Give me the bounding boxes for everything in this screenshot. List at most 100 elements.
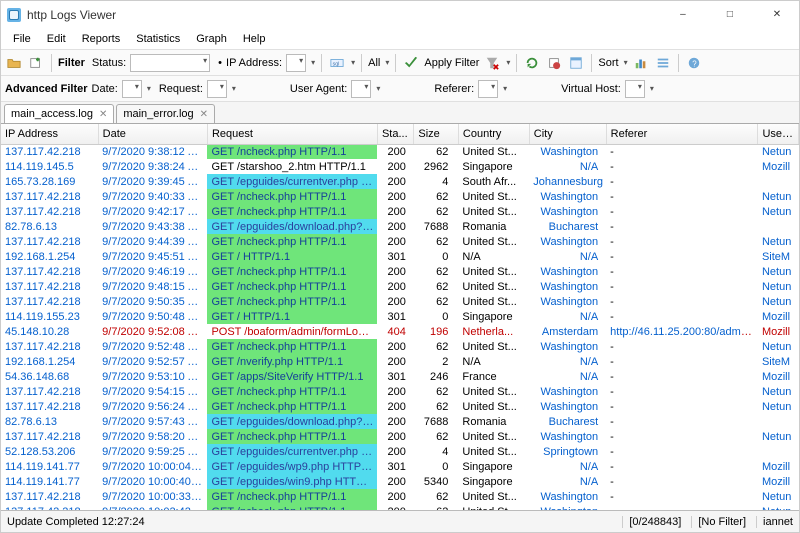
- separator: [516, 54, 517, 72]
- tab-label: main_error.log: [123, 108, 193, 120]
- open-icon[interactable]: [5, 54, 23, 72]
- menu-statistics[interactable]: Statistics: [128, 31, 188, 47]
- th-size[interactable]: Size: [414, 124, 459, 144]
- status-message: Update Completed 12:27:24: [7, 516, 145, 528]
- ip-label: IP Address:: [226, 57, 282, 69]
- minimize-button[interactable]: –: [661, 1, 705, 29]
- app-icon: [7, 8, 21, 22]
- th-ua[interactable]: User A: [758, 124, 799, 144]
- table-row[interactable]: 137.117.42.2189/7/2020 9:42:17 AMGET /nc…: [1, 204, 799, 219]
- close-icon[interactable]: ✕: [99, 109, 107, 120]
- table-row[interactable]: 82.78.6.139/7/2020 9:43:38 AMGET /epguid…: [1, 219, 799, 234]
- window-title: http Logs Viewer: [27, 8, 661, 22]
- tab-access-log[interactable]: main_access.log ✕: [4, 104, 114, 123]
- request-combo[interactable]: [207, 80, 227, 98]
- table-row[interactable]: 54.36.148.689/7/2020 9:53:10 AMGET /apps…: [1, 369, 799, 384]
- table-row[interactable]: 137.117.42.2189/7/2020 9:46:19 AMGET /nc…: [1, 264, 799, 279]
- refresh-icon[interactable]: [523, 54, 541, 72]
- referer-combo[interactable]: [478, 80, 498, 98]
- menu-reports[interactable]: Reports: [74, 31, 129, 47]
- separator: [395, 54, 396, 72]
- separator: [51, 54, 52, 72]
- th-status[interactable]: Sta...: [377, 124, 413, 144]
- menu-file[interactable]: File: [5, 31, 39, 47]
- window-icon[interactable]: [567, 54, 585, 72]
- th-country[interactable]: Country: [458, 124, 529, 144]
- table-row[interactable]: 137.117.42.2189/7/2020 9:48:15 AMGET /nc…: [1, 279, 799, 294]
- table-row[interactable]: 137.117.42.2189/7/2020 9:38:12 AMGET /nc…: [1, 144, 799, 159]
- maximize-button[interactable]: □: [708, 1, 752, 29]
- svg-text:?: ?: [692, 59, 697, 68]
- stop-icon[interactable]: [545, 54, 563, 72]
- status-label: Status:: [92, 57, 126, 69]
- tab-strip: main_access.log ✕ main_error.log ✕: [1, 101, 799, 123]
- th-date[interactable]: Date: [98, 124, 207, 144]
- request-label: Request:: [159, 83, 203, 95]
- toolbar-advanced: Advanced Filter Date:▾ Request:▾ User Ag…: [1, 75, 799, 101]
- table-row[interactable]: 137.117.42.2189/7/2020 10:00:33 AMGET /n…: [1, 489, 799, 504]
- table-row[interactable]: 52.128.53.2069/7/2020 9:59:25 AMGET /epg…: [1, 444, 799, 459]
- date-label: Date:: [92, 83, 118, 95]
- apply-filter-label[interactable]: Apply Filter: [424, 57, 479, 69]
- adv-filter-label: Advanced Filter: [5, 83, 88, 95]
- window-controls: – □ ✕: [661, 1, 799, 29]
- sql-icon[interactable]: sql: [328, 54, 346, 72]
- filter-label: Filter: [58, 57, 85, 69]
- status-bar: Update Completed 12:27:24 [0/248843] [No…: [1, 510, 799, 532]
- log-table: IP Address Date Request Sta... Size Coun…: [1, 124, 799, 510]
- ua-combo[interactable]: [351, 80, 371, 98]
- table-row[interactable]: 137.117.42.2189/7/2020 9:44:39 AMGET /nc…: [1, 234, 799, 249]
- toolbar-main: Filter Status: • IP Address: ▾ sql▾ All▾…: [1, 49, 799, 75]
- separator: [591, 54, 592, 72]
- menu-edit[interactable]: Edit: [39, 31, 74, 47]
- table-header-row: IP Address Date Request Sta... Size Coun…: [1, 124, 799, 144]
- table-row[interactable]: 165.73.28.1699/7/2020 9:39:45 AMGET /epg…: [1, 174, 799, 189]
- close-icon[interactable]: ✕: [200, 109, 208, 120]
- table-row[interactable]: 114.119.145.59/7/2020 9:38:24 AMGET /sta…: [1, 159, 799, 174]
- table-row[interactable]: 45.148.10.289/7/2020 9:52:08 AMPOST /boa…: [1, 324, 799, 339]
- referer-label: Referer:: [434, 83, 474, 95]
- separator: [678, 54, 679, 72]
- table-row[interactable]: 137.117.42.2189/7/2020 9:58:20 AMGET /nc…: [1, 429, 799, 444]
- clear-filter-icon[interactable]: [483, 54, 501, 72]
- help-icon[interactable]: ?: [685, 54, 703, 72]
- sort-label[interactable]: Sort: [598, 57, 618, 69]
- separator: [321, 54, 322, 72]
- chart-icon[interactable]: [632, 54, 650, 72]
- all-label[interactable]: All: [368, 57, 380, 69]
- add-icon[interactable]: [27, 54, 45, 72]
- close-button[interactable]: ✕: [755, 1, 799, 29]
- title-bar: http Logs Viewer – □ ✕: [1, 1, 799, 29]
- menu-help[interactable]: Help: [235, 31, 274, 47]
- vhost-combo[interactable]: [625, 80, 645, 98]
- table-row[interactable]: 192.168.1.2549/7/2020 9:52:57 AMGET /nve…: [1, 354, 799, 369]
- table-row[interactable]: 137.117.42.2189/7/2020 9:52:48 AMGET /nc…: [1, 339, 799, 354]
- table-row[interactable]: 114.119.155.239/7/2020 9:50:48 AMGET / H…: [1, 309, 799, 324]
- status-counts: [0/248843]: [622, 516, 681, 528]
- tab-label: main_access.log: [11, 108, 93, 120]
- list-icon[interactable]: [654, 54, 672, 72]
- th-referer[interactable]: Referer: [606, 124, 758, 144]
- table-row[interactable]: 137.117.42.2189/7/2020 9:54:15 AMGET /nc…: [1, 384, 799, 399]
- table-row[interactable]: 114.119.141.779/7/2020 10:00:04 AMGET /e…: [1, 459, 799, 474]
- th-city[interactable]: City: [529, 124, 606, 144]
- svg-text:sql: sql: [333, 61, 340, 67]
- apply-filter-icon[interactable]: [402, 54, 420, 72]
- th-ip[interactable]: IP Address: [1, 124, 98, 144]
- table-row[interactable]: 137.117.42.2189/7/2020 9:40:33 AMGET /nc…: [1, 189, 799, 204]
- menu-graph[interactable]: Graph: [188, 31, 235, 47]
- table-row[interactable]: 114.119.141.779/7/2020 10:00:40 AMGET /e…: [1, 474, 799, 489]
- status-user: iannet: [756, 516, 793, 528]
- table-row[interactable]: 137.117.42.2189/7/2020 9:50:35 AMGET /nc…: [1, 294, 799, 309]
- tab-error-log[interactable]: main_error.log ✕: [116, 104, 215, 123]
- table-row[interactable]: 192.168.1.2549/7/2020 9:45:51 AMGET / HT…: [1, 249, 799, 264]
- th-request[interactable]: Request: [207, 124, 377, 144]
- date-combo[interactable]: [122, 80, 142, 98]
- separator: [361, 54, 362, 72]
- log-table-wrapper[interactable]: IP Address Date Request Sta... Size Coun…: [1, 123, 799, 510]
- table-row[interactable]: 82.78.6.139/7/2020 9:57:43 AMGET /epguid…: [1, 414, 799, 429]
- ip-combo[interactable]: [286, 54, 306, 72]
- table-row[interactable]: 137.117.42.2189/7/2020 9:56:24 AMGET /nc…: [1, 399, 799, 414]
- status-combo[interactable]: [130, 54, 210, 72]
- table-row[interactable]: 137.117.42.2189/7/2020 10:02:42 AMGET /n…: [1, 504, 799, 510]
